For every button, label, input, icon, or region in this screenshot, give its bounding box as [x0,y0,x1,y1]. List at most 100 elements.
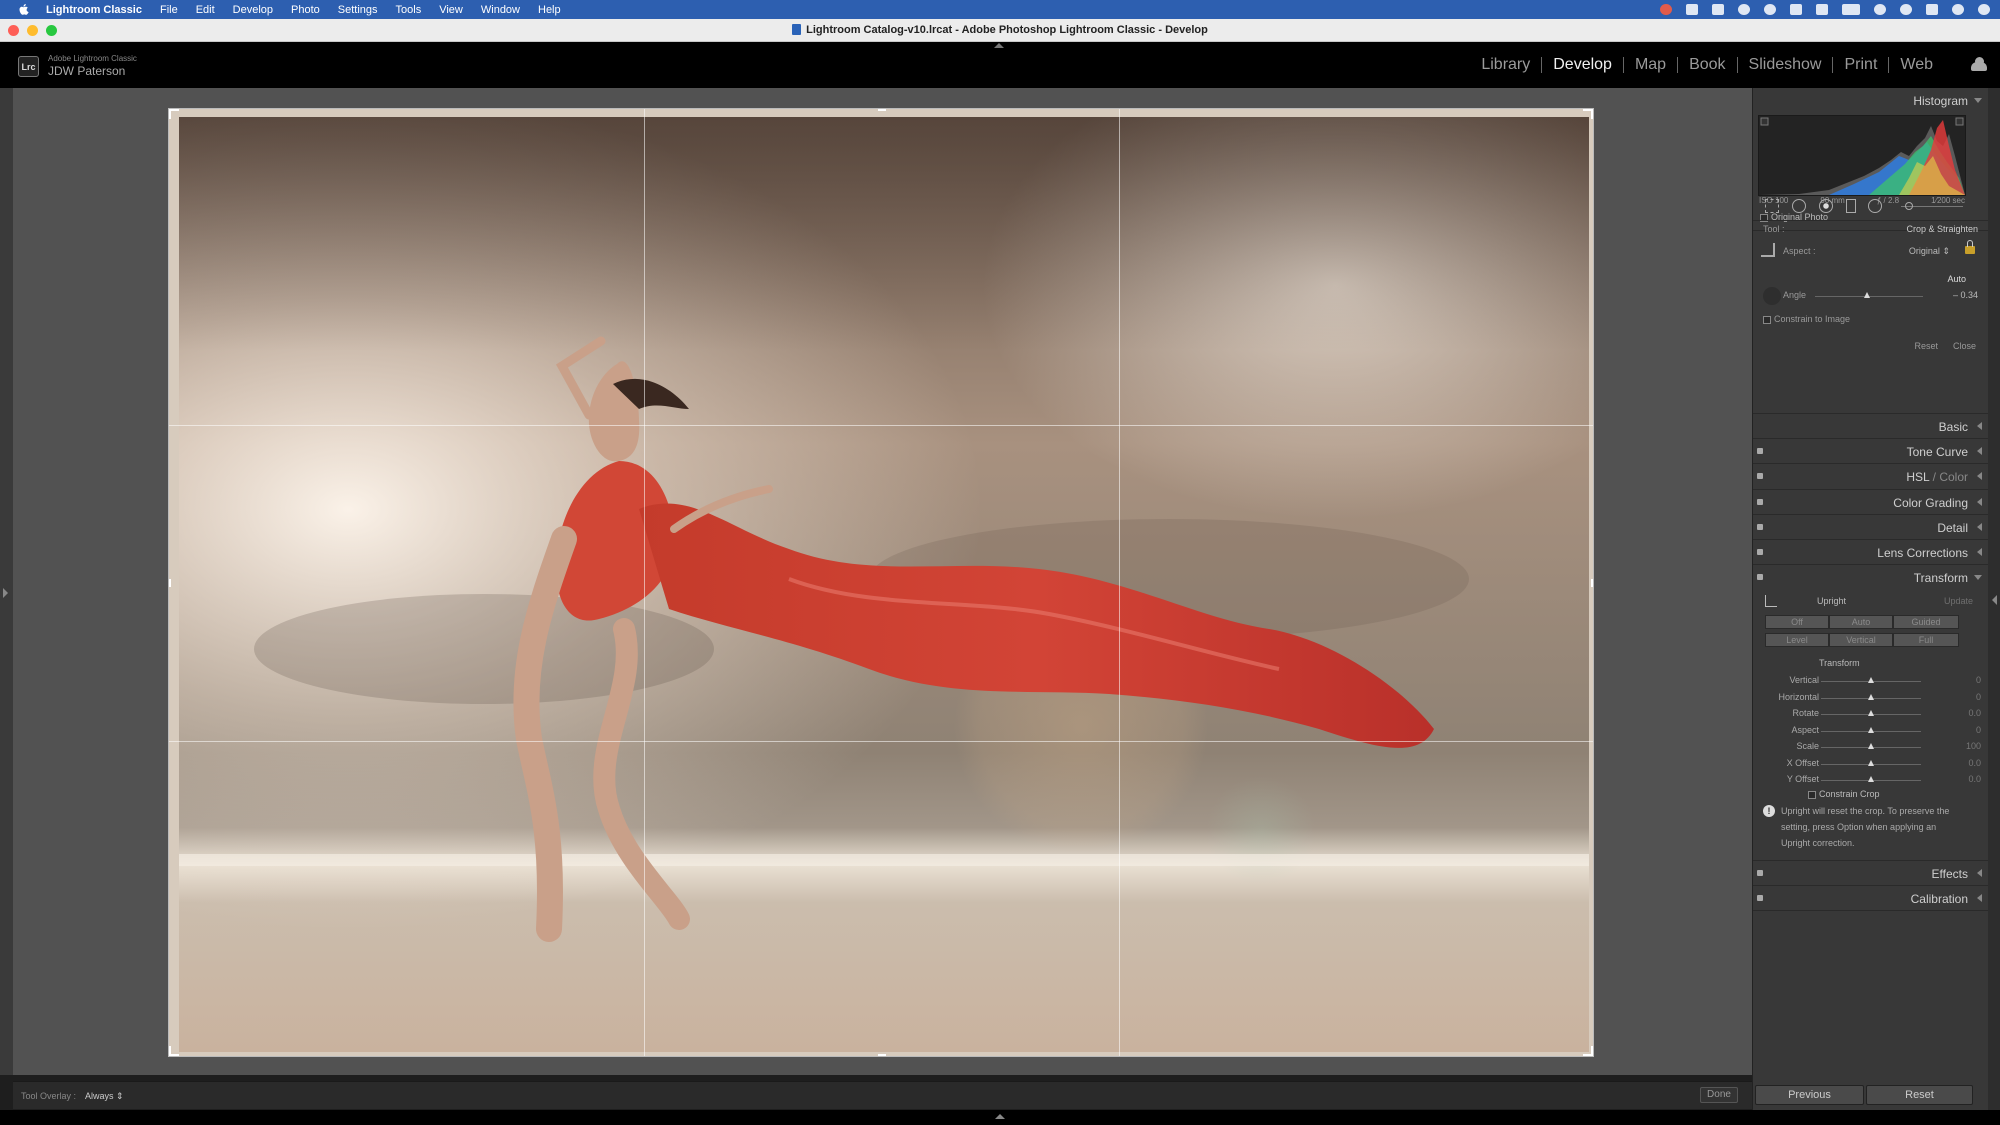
constrain-crop-checkbox[interactable] [1808,791,1816,799]
constrain-to-image-checkbox[interactable] [1763,316,1771,324]
menu-develop[interactable]: Develop [233,4,273,16]
panel-switch-icon[interactable] [1757,574,1763,580]
histogram[interactable] [1758,115,1966,196]
crop-handle-bottom[interactable] [878,1054,886,1056]
notification-center-icon[interactable] [1978,4,1990,15]
panel-color-grading[interactable]: Color Grading [1753,489,1989,513]
aspect-select[interactable]: Original ⇕ [1909,246,1950,257]
volume-icon[interactable] [1790,4,1802,15]
vpn-shield-icon[interactable] [1686,4,1698,15]
module-web[interactable]: Web [1889,56,1944,74]
slider-knob[interactable] [1868,710,1874,716]
panel-switch-icon[interactable] [1757,448,1763,454]
crop-overlay-icon[interactable] [1761,243,1775,257]
play-icon[interactable] [1764,4,1776,15]
transform-guide-icon[interactable] [1765,595,1777,607]
spotlight-search-icon[interactable] [1900,4,1912,15]
module-slideshow[interactable]: Slideshow [1738,56,1833,74]
battery-icon[interactable] [1842,4,1860,15]
crop-tool-icon[interactable] [1765,199,1779,213]
angle-slider-knob[interactable] [1863,292,1870,298]
menu-tools[interactable]: Tools [396,4,422,16]
brush-icon[interactable] [1905,202,1913,210]
cloud-sync-icon[interactable] [1971,57,1987,71]
panel-effects[interactable]: Effects [1753,860,1989,884]
crop-handle-bottom-right[interactable] [1583,1046,1593,1056]
straighten-level-icon[interactable] [1763,287,1781,305]
slider-knob[interactable] [1868,727,1874,733]
red-eye-tool-icon[interactable] [1819,199,1833,213]
menu-window[interactable]: Window [481,4,520,16]
upright-full-button[interactable]: Full [1893,633,1959,647]
panel-calibration[interactable]: Calibration [1753,885,1989,909]
panel-switch-icon[interactable] [1757,549,1763,555]
panel-switch-icon[interactable] [1757,499,1763,505]
wifi-icon[interactable] [1874,4,1886,15]
slider-horizontal[interactable]: Horizontal 0 [1753,692,1989,705]
apple-menu-icon[interactable] [16,3,30,17]
menu-settings[interactable]: Settings [338,4,378,16]
slider-value[interactable]: 0.0 [1968,708,1981,718]
panel-switch-icon[interactable] [1757,473,1763,479]
crop-handle-top-left[interactable] [169,109,179,119]
time-machine-icon[interactable] [1738,4,1750,15]
panel-transform[interactable]: Transform [1753,564,1989,588]
upright-guided-button[interactable]: Guided [1893,615,1959,629]
upright-update-button[interactable]: Update [1944,596,1973,606]
siri-icon[interactable] [1952,4,1964,15]
done-button[interactable]: Done [1700,1087,1738,1103]
histogram-header[interactable]: Histogram [1753,88,1989,112]
slider-value[interactable]: 0 [1976,675,1981,685]
panel-hsl-color[interactable]: HSL / Color [1753,463,1989,487]
slider-knob[interactable] [1868,743,1874,749]
slider-knob[interactable] [1868,694,1874,700]
panel-tone-curve[interactable]: Tone Curve [1753,438,1989,462]
panel-switch-icon[interactable] [1757,524,1763,530]
healing-tool-icon[interactable] [1792,199,1806,213]
slider-value[interactable]: 0.0 [1968,774,1981,784]
slider-value[interactable]: 0 [1976,725,1981,735]
slider-knob[interactable] [1868,776,1874,782]
slider-vertical[interactable]: Vertical 0 [1753,675,1989,688]
menu-photo[interactable]: Photo [291,4,320,16]
aspect-lock-icon[interactable] [1965,246,1975,254]
crop-handle-bottom-left[interactable] [169,1046,179,1056]
slider-x-offset[interactable]: X Offset 0.0 [1753,758,1989,771]
hsl-tab[interactable]: HSL [1906,470,1929,484]
crop-frame[interactable] [168,108,1594,1057]
menu-app-name[interactable]: Lightroom Classic [46,4,142,16]
slider-rotate[interactable]: Rotate 0.0 [1753,708,1989,721]
menu-help[interactable]: Help [538,4,561,16]
angle-value[interactable]: – 0.34 [1953,290,1978,300]
slider-aspect[interactable]: Aspect 0 [1753,725,1989,738]
upright-vertical-button[interactable]: Vertical [1829,633,1893,647]
panel-lens-corrections[interactable]: Lens Corrections [1753,539,1989,563]
slider-value[interactable]: 0 [1976,692,1981,702]
left-panel-toggle-icon[interactable] [3,588,8,598]
module-book[interactable]: Book [1678,56,1736,74]
crop-reset-button[interactable]: Reset [1914,341,1938,351]
screen-icon[interactable] [1712,4,1724,15]
color-tab[interactable]: Color [1939,470,1968,484]
right-panel-edge[interactable] [1988,88,2000,1110]
upright-off-button[interactable]: Off [1765,615,1829,629]
filmstrip-collapsed[interactable] [0,1110,2000,1125]
crop-handle-top-right[interactable] [1583,109,1593,119]
previous-button[interactable]: Previous [1755,1085,1864,1105]
panel-basic[interactable]: Basic [1753,413,1989,437]
radial-filter-icon[interactable] [1868,199,1882,213]
panel-detail[interactable]: Detail [1753,514,1989,538]
crop-handle-top[interactable] [878,109,886,111]
slider-knob[interactable] [1868,677,1874,683]
module-map[interactable]: Map [1624,56,1677,74]
menu-edit[interactable]: Edit [196,4,215,16]
slider-value[interactable]: 0.0 [1968,758,1981,768]
upright-auto-button[interactable]: Auto [1829,615,1893,629]
slider-knob[interactable] [1868,760,1874,766]
module-library[interactable]: Library [1470,56,1541,74]
tool-overlay-select[interactable]: Always ⇕ [85,1091,124,1102]
slider-y-offset[interactable]: Y Offset 0.0 [1753,774,1989,787]
panel-switch-icon[interactable] [1757,870,1763,876]
control-center-icon[interactable] [1926,4,1938,15]
left-panel-collapsed[interactable] [0,88,13,1075]
